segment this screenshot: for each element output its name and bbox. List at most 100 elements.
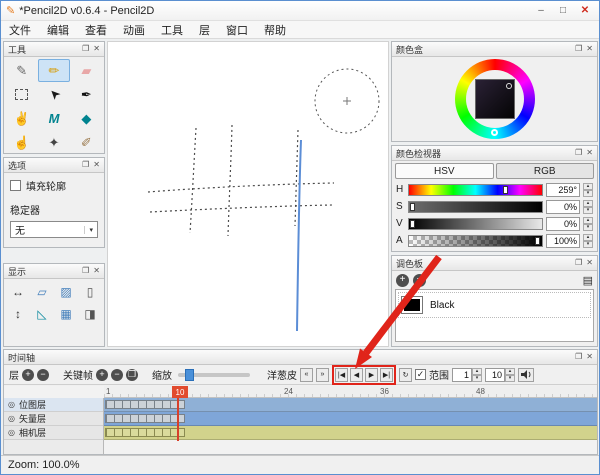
timeline-close-icon[interactable]: ✕ — [586, 353, 593, 361]
display-mirror-horizontal[interactable]: ↔ — [7, 282, 29, 302]
tool-eyedropper[interactable]: ✦ — [38, 131, 69, 154]
range-end-up-icon[interactable]: ▴ — [505, 368, 515, 375]
layer-label-bitmap[interactable]: ◎ 位图层 — [4, 398, 103, 412]
loop-button[interactable]: ↻ — [399, 368, 412, 382]
tool-bucket[interactable]: ◆ — [71, 107, 102, 130]
palette-float-icon[interactable]: ❐ — [575, 259, 582, 267]
playhead-line[interactable] — [177, 398, 179, 441]
menu-help[interactable]: 帮助 — [256, 21, 294, 38]
jump-to-start-button[interactable]: |◀ — [335, 368, 348, 382]
tab-rgb[interactable]: RGB — [496, 163, 595, 179]
range-start-up-icon[interactable]: ▴ — [472, 368, 482, 375]
previous-frame-button[interactable]: ◀ — [350, 368, 363, 382]
play-button[interactable]: ▶ — [365, 368, 378, 382]
inspector-float-icon[interactable]: ❐ — [575, 149, 582, 157]
hue-value[interactable]: 259° — [546, 183, 580, 197]
tool-polyline[interactable]: M — [38, 107, 69, 130]
range-end-down-icon[interactable]: ▾ — [505, 375, 515, 382]
layer-label-vector[interactable]: ◎ 矢量层 — [4, 412, 103, 426]
menu-tools[interactable]: 工具 — [153, 21, 191, 38]
hue-slider-handle[interactable] — [503, 186, 508, 194]
alpha-step-down-icon[interactable]: ▾ — [583, 241, 593, 248]
sv-marker[interactable] — [506, 83, 512, 89]
timeline-float-icon[interactable]: ❐ — [575, 353, 582, 361]
menu-view[interactable]: 查看 — [77, 21, 115, 38]
camera-keyframe-cells[interactable] — [105, 428, 185, 437]
timeline-zoom-slider[interactable] — [178, 373, 250, 377]
frame-ruler[interactable]: 1 24 36 48 10 — [104, 386, 597, 398]
maximize-button[interactable]: □ — [554, 3, 572, 18]
add-color-button[interactable]: + — [396, 274, 409, 287]
display-grid-toggle[interactable]: ▦ — [55, 304, 77, 324]
hue-step-down-icon[interactable]: ▾ — [583, 190, 593, 197]
menu-edit[interactable]: 编辑 — [39, 21, 77, 38]
alpha-slider-handle[interactable] — [535, 237, 540, 245]
next-frame-button[interactable]: ▶| — [380, 368, 393, 382]
hue-marker[interactable] — [491, 129, 498, 136]
onion-prev-button[interactable]: « — [300, 368, 313, 382]
colorbox-close-icon[interactable]: ✕ — [586, 45, 593, 53]
duplicate-keyframe-button[interactable]: ❐ — [126, 369, 138, 381]
inspector-close-icon[interactable]: ✕ — [586, 149, 593, 157]
menu-layer[interactable]: 层 — [191, 21, 218, 38]
saturation-step-down-icon[interactable]: ▾ — [583, 207, 593, 214]
add-keyframe-button[interactable]: + — [96, 369, 108, 381]
layer-label-camera[interactable]: ◎ 相机层 — [4, 426, 103, 440]
vector-keyframe-cells[interactable] — [105, 414, 185, 423]
display-perspective[interactable]: ◺ — [31, 304, 53, 324]
tool-pen[interactable]: ✒ — [71, 83, 102, 106]
saturation-slider[interactable] — [408, 201, 543, 213]
timeline-zoom-handle[interactable] — [185, 369, 194, 381]
menu-file[interactable]: 文件 — [1, 21, 39, 38]
alpha-slider[interactable] — [408, 235, 543, 247]
palette-close-icon[interactable]: ✕ — [586, 259, 593, 267]
drawing-canvas[interactable] — [107, 41, 389, 347]
value-step-up-icon[interactable]: ▴ — [583, 217, 593, 224]
add-layer-button[interactable]: + — [22, 369, 34, 381]
alpha-value[interactable]: 100% — [546, 234, 580, 248]
range-start-down-icon[interactable]: ▾ — [472, 375, 482, 382]
value-value[interactable]: 0% — [546, 217, 580, 231]
tools-close-icon[interactable]: ✕ — [93, 45, 100, 53]
playhead[interactable]: 10 — [172, 386, 188, 398]
tool-hand[interactable]: ✌ — [6, 107, 37, 130]
remove-keyframe-button[interactable]: − — [111, 369, 123, 381]
sound-toggle-button[interactable] — [518, 368, 534, 382]
camera-visibility-icon[interactable]: ◎ — [8, 428, 15, 437]
display-mirror-vertical[interactable]: ↕ — [7, 304, 29, 324]
color-wheel[interactable] — [455, 59, 535, 139]
tool-eraser[interactable]: ▰ — [71, 59, 102, 82]
range-end-value[interactable]: 10 — [485, 368, 505, 382]
tool-select[interactable] — [6, 83, 37, 106]
display-angle-a[interactable]: ▱ — [31, 282, 53, 302]
tool-brush[interactable]: ✐ — [71, 131, 102, 154]
value-slider[interactable] — [408, 218, 543, 230]
hue-slider[interactable] — [408, 184, 543, 196]
value-step-down-icon[interactable]: ▾ — [583, 224, 593, 231]
tool-pencil-sketch[interactable]: ✎ — [6, 59, 37, 82]
palette-view-mode-icon[interactable]: ▤ — [583, 274, 593, 287]
saturation-step-up-icon[interactable]: ▴ — [583, 200, 593, 207]
tools-float-icon[interactable]: ❐ — [82, 45, 89, 53]
saturation-value[interactable]: 0% — [546, 200, 580, 214]
value-slider-handle[interactable] — [410, 220, 415, 228]
colorbox-float-icon[interactable]: ❐ — [575, 45, 582, 53]
hue-step-up-icon[interactable]: ▴ — [583, 183, 593, 190]
remove-color-button[interactable]: − — [413, 274, 426, 287]
range-checkbox[interactable]: ✓ — [415, 369, 426, 380]
display-close-icon[interactable]: ✕ — [93, 267, 100, 275]
tool-move[interactable]: ➤ — [38, 83, 69, 106]
tool-smudge[interactable]: ☝ — [6, 131, 37, 154]
display-thin-lines[interactable]: ▯ — [79, 282, 101, 302]
fill-contour-checkbox[interactable] — [10, 180, 21, 191]
minimize-button[interactable]: – — [532, 3, 550, 18]
display-overlay[interactable]: ◨ — [79, 304, 101, 324]
tool-pencil[interactable]: ✏ — [38, 59, 69, 82]
bitmap-visibility-icon[interactable]: ◎ — [8, 400, 15, 409]
palette-item-black[interactable]: Black — [398, 292, 591, 318]
display-angle-b[interactable]: ▨ — [55, 282, 77, 302]
display-float-icon[interactable]: ❐ — [82, 267, 89, 275]
options-float-icon[interactable]: ❐ — [82, 161, 89, 169]
close-button[interactable]: ✕ — [576, 3, 594, 18]
vector-visibility-icon[interactable]: ◎ — [8, 414, 15, 423]
